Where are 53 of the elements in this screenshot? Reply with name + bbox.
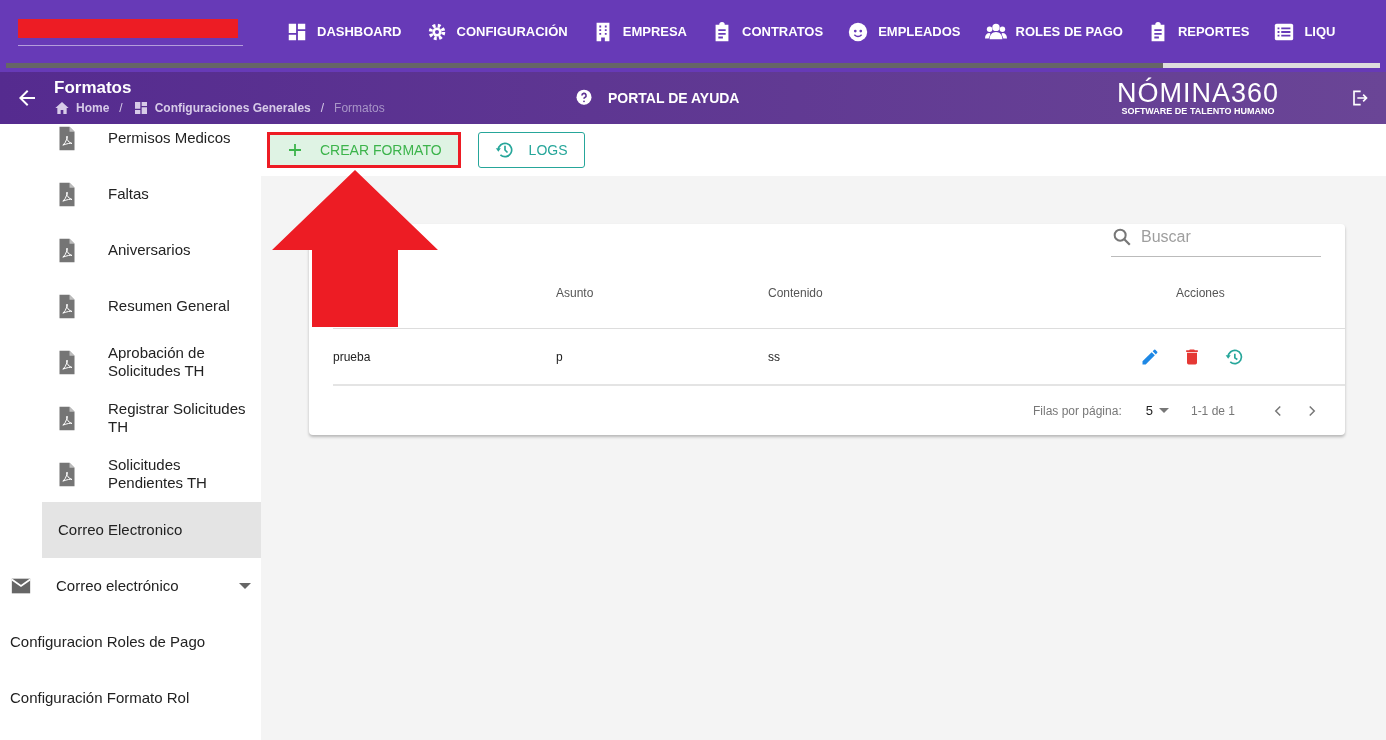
- face-icon: [847, 20, 870, 43]
- breadcrumb-link[interactable]: Home: [76, 99, 110, 118]
- home-icon: [54, 100, 70, 117]
- sidebar-item[interactable]: Registrar Solicitudes TH: [0, 390, 261, 446]
- sidebar-item[interactable]: Configuración Formato Rol: [0, 670, 261, 726]
- rows-per-page-label: Filas por página:: [1033, 402, 1122, 420]
- pdf-file-icon: [57, 460, 77, 488]
- nav-link[interactable]: CONTRATOS: [711, 20, 824, 43]
- sidebar-item[interactable]: Faltas: [0, 166, 261, 222]
- scrollbar[interactable]: [6, 63, 1380, 68]
- breadcrumb-separator: /: [119, 100, 123, 118]
- nav-link[interactable]: ROLES DE PAGO: [984, 20, 1123, 43]
- breadcrumb-separator: /: [320, 100, 325, 118]
- sidebar-item[interactable]: Resumen General: [0, 278, 261, 334]
- nav-link[interactable]: REPORTES: [1146, 20, 1250, 43]
- rows-per-page-select[interactable]: 5: [1145, 400, 1169, 421]
- nav-link[interactable]: EMPLEADOS: [847, 20, 961, 43]
- nav-link[interactable]: CONFIGURACIÓN: [425, 20, 568, 43]
- nav-link[interactable]: EMPRESA: [591, 20, 687, 43]
- caret-down-icon: [1158, 408, 1169, 413]
- pdf-file-icon: [57, 404, 77, 432]
- pdf-file-icon: [57, 180, 77, 208]
- caret-down-icon: [239, 583, 251, 589]
- breadcrumb-link[interactable]: Configuraciones Generales: [154, 99, 311, 118]
- help-icon: [574, 88, 594, 108]
- pdf-file-icon: [57, 236, 77, 264]
- page-title: Formatos: [54, 78, 133, 98]
- sidebar-item[interactable]: Correo Electronico: [42, 502, 261, 558]
- table-cell-text: p: [556, 348, 563, 366]
- pdf-file-icon: [57, 348, 77, 376]
- plus-icon: [286, 141, 304, 159]
- nav-link[interactable]: DASHBOARD: [286, 20, 402, 43]
- table-cell-text: ss: [768, 348, 780, 366]
- breadcrumb-current: Formatos: [334, 100, 385, 118]
- sidebar-item[interactable]: Aprobación de Solicitudes TH: [0, 334, 261, 390]
- nav-link[interactable]: LIQU: [1273, 20, 1336, 43]
- sidebar-item[interactable]: Solicitudes Pendientes TH: [0, 446, 261, 502]
- column-header: Contenido: [768, 284, 823, 302]
- back-arrow-icon: [19, 90, 35, 106]
- column-header: Acciones: [1176, 284, 1225, 302]
- sidebar-item[interactable]: Permisos Medicos: [0, 124, 261, 166]
- pdf-file-icon: [57, 292, 77, 320]
- page-range: 1-1 de 1: [1190, 402, 1235, 420]
- sidebar-item[interactable]: Correo electrónico: [0, 558, 261, 614]
- sidebar-item[interactable]: Aniversarios: [0, 222, 261, 278]
- history-icon[interactable]: [1224, 346, 1244, 367]
- column-header: Asunto: [556, 284, 594, 302]
- history-icon: [494, 140, 515, 160]
- table-cell-text: prueba: [333, 348, 371, 366]
- search-icon: [1111, 226, 1133, 248]
- dashboard-icon: [132, 100, 149, 117]
- help-link[interactable]: PORTAL DE AYUDA: [574, 87, 740, 109]
- sidebar-item[interactable]: Configuracion Roles de Pago: [0, 614, 261, 670]
